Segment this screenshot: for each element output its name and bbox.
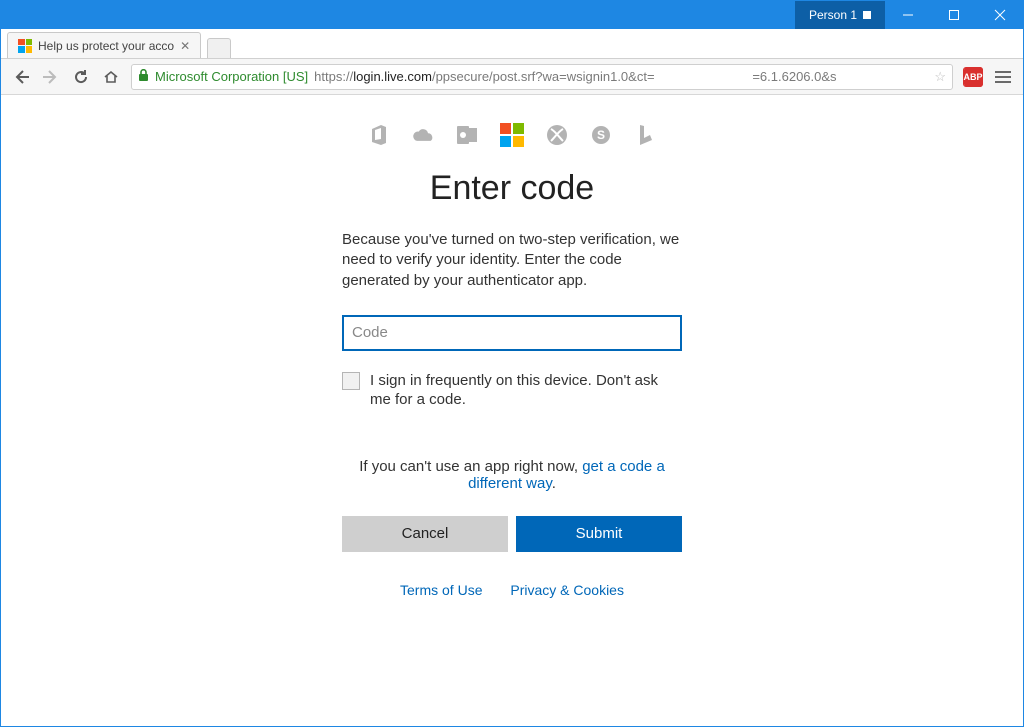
window-titlebar: Person 1 [1,1,1023,29]
microsoft-logo-icon [500,123,524,147]
remember-device-label: I sign in frequently on this device. Don… [370,371,682,410]
home-button[interactable] [101,67,121,87]
code-input[interactable] [342,315,682,351]
browser-tab[interactable]: Help us protect your acco ✕ [7,32,201,58]
terms-of-use-link[interactable]: Terms of Use [400,582,482,598]
svg-text:S: S [597,128,605,142]
forward-button[interactable] [41,67,61,87]
window-minimize-button[interactable] [885,1,931,29]
address-bar[interactable]: Microsoft Corporation [US] https://login… [131,64,953,90]
page-heading: Enter code [342,169,682,208]
back-button[interactable] [11,67,31,87]
remember-device-checkbox[interactable] [342,372,360,390]
remember-device-row: I sign in frequently on this device. Don… [342,371,682,410]
skype-icon: S [590,124,612,146]
profile-icon [863,11,871,19]
window-close-button[interactable] [977,1,1023,29]
lock-icon [138,69,149,85]
bookmark-star-icon[interactable]: ☆ [934,69,946,85]
url-path: /ppsecure/post.srf?wa=wsignin1.0&ct= [432,69,655,84]
privacy-cookies-link[interactable]: Privacy & Cookies [510,582,624,598]
browser-window: Person 1 Help us protect your acco ✕ [0,0,1024,727]
submit-button[interactable]: Submit [516,516,682,552]
profile-badge[interactable]: Person 1 [795,1,885,29]
profile-label: Person 1 [809,8,857,22]
cancel-button[interactable]: Cancel [342,516,508,552]
bing-icon [634,124,656,146]
help-prefix: If you can't use an app right now, [359,458,582,475]
window-maximize-button[interactable] [931,1,977,29]
alternate-code-help: If you can't use an app right now, get a… [342,458,682,492]
browser-toolbar: Microsoft Corporation [US] https://login… [1,59,1023,95]
url-host: login.live.com [353,69,432,84]
tab-strip: Help us protect your acco ✕ [1,29,1023,59]
office-icon [368,124,390,146]
outlook-icon [456,124,478,146]
adblock-extension-icon[interactable]: ABP [963,67,983,87]
page-description: Because you've turned on two-step verifi… [342,230,682,291]
xbox-icon [546,124,568,146]
url-suffix: =6.1.6206.0&s [752,69,836,84]
verification-card: Enter code Because you've turned on two-… [342,169,682,598]
action-buttons: Cancel Submit [342,516,682,552]
onedrive-icon [412,124,434,146]
tab-close-icon[interactable]: ✕ [180,39,190,53]
product-icon-row: S [1,123,1023,147]
reload-button[interactable] [71,67,91,87]
hamburger-icon [995,71,1011,83]
new-tab-button[interactable] [207,38,231,58]
menu-button[interactable] [993,67,1013,87]
tab-title: Help us protect your acco [38,39,174,53]
microsoft-favicon-icon [18,39,32,53]
page-content: S Enter code Because you've turned on tw… [1,95,1023,726]
url-scheme: https:// [314,69,353,84]
legal-footer: Terms of Use Privacy & Cookies [342,582,682,598]
help-suffix: . [552,475,556,492]
ev-cert-label: Microsoft Corporation [US] [155,69,308,84]
